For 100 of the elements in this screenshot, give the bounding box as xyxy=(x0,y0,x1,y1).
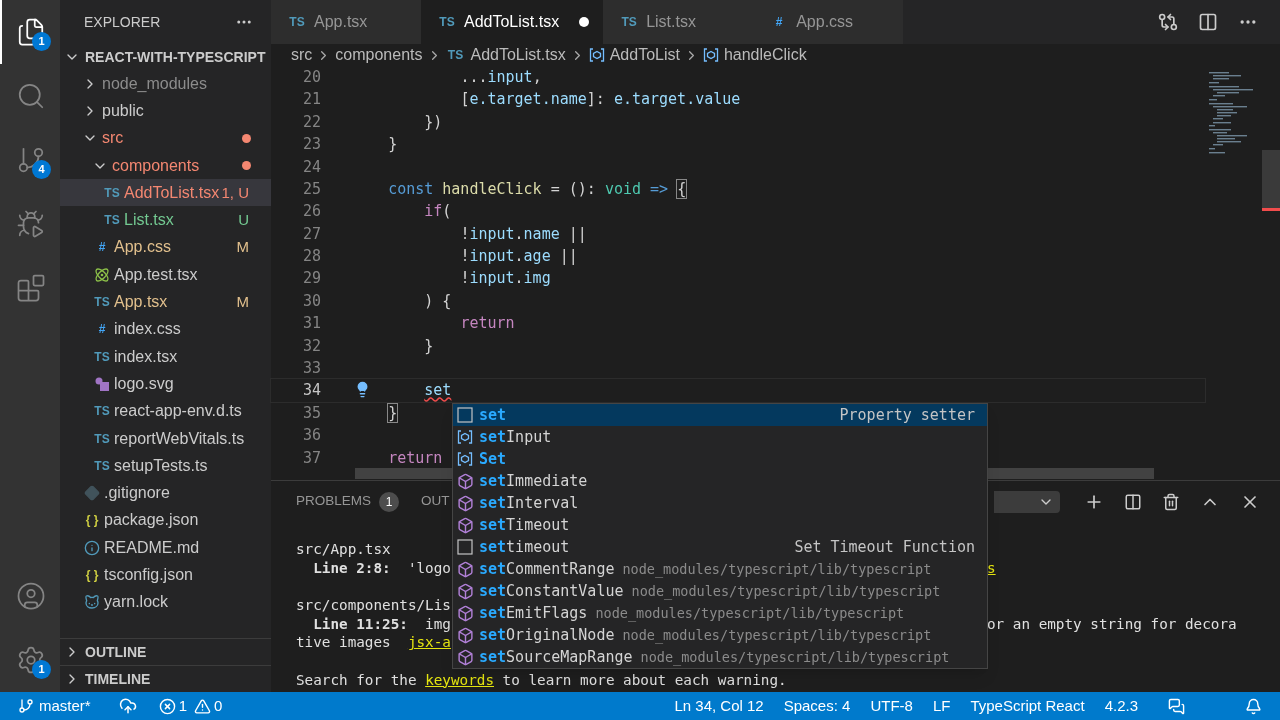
square-icon xyxy=(457,407,473,423)
status-item[interactable]: TypeScript React xyxy=(970,694,1085,718)
terminal-text: Line 2:8: 'logo xyxy=(312,558,451,578)
file-tree-item[interactable]: TS setupTests.ts xyxy=(60,452,271,480)
line-number: 24 xyxy=(301,156,321,178)
file-tree-item[interactable]: TS App.tsx M xyxy=(60,288,271,316)
problems-indicator[interactable]: 1 0 xyxy=(158,694,223,718)
ts-file-icon: TS xyxy=(92,459,112,472)
editor-tab[interactable]: TS AddToList.tsx xyxy=(421,0,604,44)
files-icon xyxy=(16,17,46,47)
brackets-icon xyxy=(588,47,605,63)
editor-tab[interactable]: # App.css xyxy=(753,0,904,44)
suggestion-detail: node_modules/typescript/lib/typescript xyxy=(595,603,905,624)
editor-tab[interactable]: TS App.tsx xyxy=(271,0,421,44)
folder-tree-item[interactable]: components xyxy=(60,151,271,180)
suggestion-item[interactable]: set Property setter xyxy=(453,404,987,426)
file-tree-item[interactable]: .gitignore xyxy=(60,479,271,507)
suggestion-item[interactable]: setInput xyxy=(453,426,987,448)
link[interactable]: s xyxy=(987,558,996,578)
folder-tree-item[interactable]: REACT-WITH-TYPESCRIPT xyxy=(60,44,271,70)
breadcrumb-item[interactable]: components xyxy=(335,43,423,67)
trash-icon[interactable] xyxy=(1162,493,1180,511)
brackets-icon xyxy=(457,429,473,445)
suggestion-item[interactable]: setOriginalNode node_modules/typescript/lib/typescript xyxy=(453,624,987,646)
cube-icon xyxy=(457,582,474,600)
split-terminal-icon[interactable] xyxy=(1124,493,1142,511)
line-number: 33 xyxy=(301,358,321,380)
file-tree-item[interactable]: # index.css xyxy=(60,315,271,343)
split-editor-icon[interactable] xyxy=(1198,12,1218,32)
folder-tree-item[interactable]: src xyxy=(60,124,271,152)
panel-tab[interactable]: OUT xyxy=(421,487,450,517)
suggestion-item[interactable]: setCommentRange node_modules/typescript/lib/typescript xyxy=(453,558,987,580)
breadcrumb-item[interactable]: AddToList xyxy=(588,43,680,67)
status-item[interactable]: LF xyxy=(932,694,951,718)
status-item[interactable]: UTF-8 xyxy=(870,694,913,718)
breadcrumb-item[interactable]: TS AddToList.tsx xyxy=(445,43,566,67)
panel-tab[interactable]: PROBLEMS 1 xyxy=(296,487,400,517)
suggestion-item[interactable]: setConstantValue node_modules/typescript/lib/typescript xyxy=(453,580,987,602)
file-tree-item[interactable]: App.test.tsx xyxy=(60,261,271,289)
css-file-icon: # xyxy=(92,323,112,336)
suggestion-item[interactable]: setSourceMapRange node_modules/typescript/lib/typescript xyxy=(453,646,987,668)
cube-icon xyxy=(457,648,474,666)
compare-icon[interactable] xyxy=(1158,12,1178,32)
file-tree-item[interactable]: logo.svg xyxy=(60,370,271,398)
line-number: 36 xyxy=(301,425,321,447)
line-number: 31 xyxy=(301,313,321,335)
file-tree-item[interactable]: TS index.tsx xyxy=(60,342,271,371)
bell-icon[interactable] xyxy=(1245,697,1262,715)
file-tree-item[interactable]: yarn.lock xyxy=(60,588,271,616)
file-tree-item[interactable]: { } package.json xyxy=(60,506,271,535)
file-tree-item[interactable]: # App.css M xyxy=(60,233,271,262)
bug-icon xyxy=(16,209,46,239)
suggestion-item[interactable]: Set xyxy=(453,448,987,470)
breadcrumb-item[interactable]: src xyxy=(291,43,313,67)
line-number: 30 xyxy=(301,290,321,312)
ts-file-icon: TS xyxy=(102,186,122,199)
code-line: }) xyxy=(424,111,443,133)
line-number: 20 xyxy=(301,66,321,88)
atom-icon xyxy=(94,266,110,283)
line-number: 27 xyxy=(301,223,321,245)
file-tree-item[interactable]: { } tsconfig.json xyxy=(60,561,271,589)
link[interactable]: keywords xyxy=(425,671,494,688)
ts-file-icon: TS xyxy=(437,16,457,28)
cube-icon xyxy=(457,494,474,512)
css-file-icon: # xyxy=(769,16,790,28)
terminal-text: src/App.tsx xyxy=(296,540,391,559)
count-badge: 1 xyxy=(379,491,400,512)
section-header[interactable]: OUTLINE xyxy=(60,638,271,665)
activity-bar-button[interactable]: 4 xyxy=(0,128,60,192)
ts-file-icon: TS xyxy=(445,49,466,61)
status-item[interactable]: Spaces: 4 xyxy=(783,694,851,718)
link[interactable]: jsx-a xyxy=(407,634,451,651)
terminal-text: src/components/Lis xyxy=(296,596,451,615)
file-tree-item[interactable]: TS reportWebVitals.ts xyxy=(60,424,271,453)
file-tree-item[interactable]: README.md xyxy=(60,534,271,562)
dropdown-field[interactable] xyxy=(994,491,1060,513)
status-item[interactable]: 4.2.3 xyxy=(1104,694,1138,718)
file-tree-item[interactable]: TS AddToList.tsx1, U xyxy=(60,179,271,207)
editor-tab[interactable]: TS List.tsx xyxy=(603,0,754,44)
folder-tree-item[interactable]: public xyxy=(60,97,271,125)
suggestion-item[interactable]: setTimeout xyxy=(453,514,987,536)
blocks-icon xyxy=(16,273,46,303)
feedback-icon[interactable] xyxy=(1168,697,1185,715)
file-tree-item[interactable]: TS react-app-env.d.ts xyxy=(60,397,271,425)
cube-icon xyxy=(457,604,474,622)
branch-indicator[interactable]: master* xyxy=(18,694,91,718)
settings-icon xyxy=(16,645,46,675)
folder-tree-item[interactable]: node_modules xyxy=(60,70,271,98)
cloud-upload-icon[interactable] xyxy=(118,697,137,715)
suggestion-item[interactable]: setImmediate xyxy=(453,470,987,492)
status-item[interactable]: Ln 34, Col 12 xyxy=(674,694,764,718)
code-line: if( xyxy=(424,201,452,223)
suggestion-item[interactable]: settimeout Set Timeout Function xyxy=(453,536,987,558)
activity-bar-button[interactable]: 1 xyxy=(0,628,60,692)
suggestion-item[interactable]: setInterval xyxy=(453,492,987,514)
terminal-text: tive images jsx-a xyxy=(296,633,451,653)
suggestion-item[interactable]: setEmitFlags node_modules/typescript/lib/typescript xyxy=(453,602,987,624)
file-tree-item[interactable]: TS List.tsx U xyxy=(60,206,271,234)
scrollbar-thumb[interactable] xyxy=(1262,150,1280,210)
breadcrumb-item[interactable]: handleClick xyxy=(702,43,807,67)
